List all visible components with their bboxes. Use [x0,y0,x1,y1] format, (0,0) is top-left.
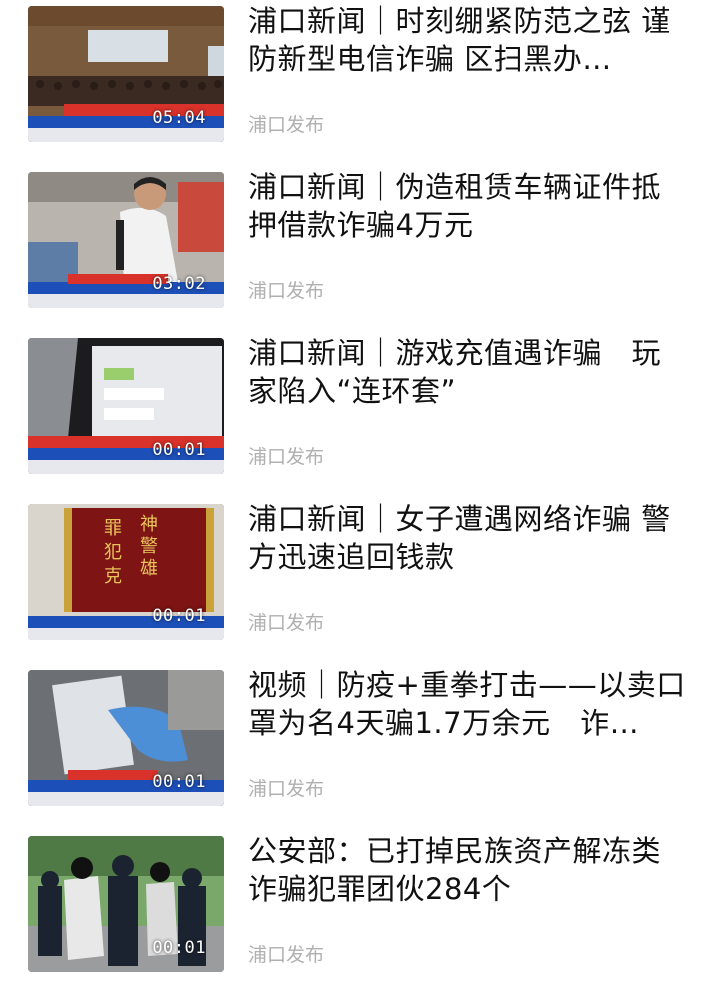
video-duration: 00:01 [152,938,206,958]
news-title[interactable]: 浦口新闻｜女子遭遇网络诈骗 警方迅速追回钱款 [248,500,688,576]
list-item[interactable]: 00:01 浦口新闻｜游戏充值遇诈骗 玩家陷入“连环套” 浦口发布 [0,332,715,498]
list-item[interactable]: 00:01 公安部：已打掉民族资产解冻类诈骗犯罪团伙284个 浦口发布 [0,830,715,996]
news-source: 浦口发布 [248,280,325,302]
video-duration: 05:04 [152,108,206,128]
list-item[interactable]: 03:02 浦口新闻｜伪造租赁车辆证件抵押借款诈骗4万元 浦口发布 [0,166,715,332]
video-duration: 03:02 [152,274,206,294]
gloved-hand-phone-thumbnail-icon[interactable]: 00:01 [28,670,224,806]
list-item[interactable]: 05:04 浦口新闻｜时刻绷紧防范之弦 谨防新型电信诈骗 区扫黑办… 浦口发布 [0,0,715,166]
svg-text:犯: 犯 [104,542,122,563]
news-title[interactable]: 视频｜防疫+重拳打击——以卖口罩为名4天骗1.7万余元 诈… [248,666,688,742]
auditorium-meeting-thumbnail-icon[interactable]: 05:04 [28,6,224,142]
news-title[interactable]: 浦口新闻｜游戏充值遇诈骗 玩家陷入“连环套” [248,334,688,410]
news-title[interactable]: 公安部：已打掉民族资产解冻类诈骗犯罪团伙284个 [248,832,688,908]
svg-text:罪: 罪 [104,518,122,539]
list-item[interactable]: 神警雄 罪犯克 00:01 浦口新闻｜女子遭遇网络诈骗 警方迅速追回钱款 浦口发… [0,498,715,664]
video-duration: 00:01 [152,440,206,460]
svg-text:雄: 雄 [140,558,158,579]
man-interview-thumbnail-icon[interactable]: 03:02 [28,172,224,308]
list-item[interactable]: 00:01 视频｜防疫+重拳打击——以卖口罩为名4天骗1.7万余元 诈… 浦口发… [0,664,715,830]
svg-text:警: 警 [140,536,158,557]
news-source: 浦口发布 [248,778,325,800]
svg-text:神: 神 [140,514,158,535]
news-title[interactable]: 浦口新闻｜时刻绷紧防范之弦 谨防新型电信诈骗 区扫黑办… [248,2,688,78]
news-source: 浦口发布 [248,944,325,966]
phone-chat-thumbnail-icon[interactable]: 00:01 [28,338,224,474]
svg-text:克: 克 [104,566,122,587]
news-title[interactable]: 浦口新闻｜伪造租赁车辆证件抵押借款诈骗4万元 [248,168,688,244]
banner-pennant-thumbnail-icon[interactable]: 神警雄 罪犯克 00:01 [28,504,224,640]
video-duration: 00:01 [152,772,206,792]
video-duration: 00:01 [152,606,206,626]
news-source: 浦口发布 [248,114,325,136]
news-feed: 05:04 浦口新闻｜时刻绷紧防范之弦 谨防新型电信诈骗 区扫黑办… 浦口发布 … [0,0,715,1000]
news-source: 浦口发布 [248,612,325,634]
news-source: 浦口发布 [248,446,325,468]
police-arrest-thumbnail-icon[interactable]: 00:01 [28,836,224,972]
